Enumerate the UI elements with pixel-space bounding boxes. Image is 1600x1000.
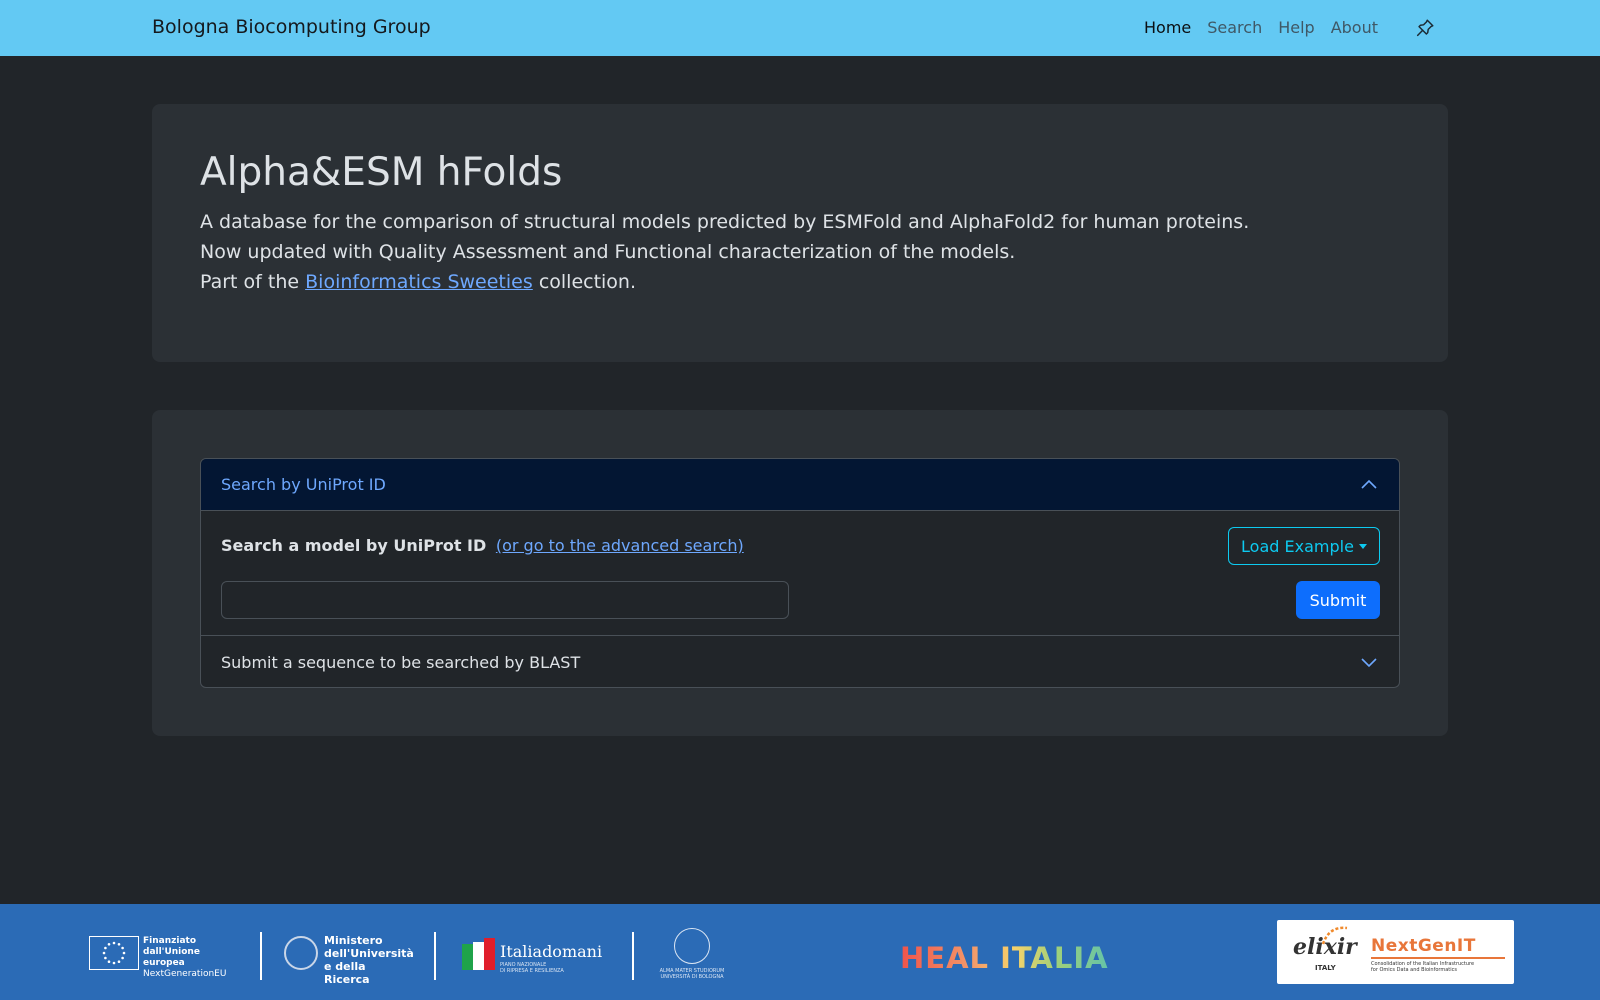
footer-divider <box>260 932 262 980</box>
nextgenit-subtitle: Consolidation of the Italian Infrastruct… <box>1371 961 1505 973</box>
search-panel: Search by UniProt ID Search a model by U… <box>152 410 1448 736</box>
eu-line3: NextGenerationEU <box>143 969 227 979</box>
italiadomani-subtitle: PIANO NAZIONALE DI RIPRESA E RESILIENZA <box>500 962 564 974</box>
elixir-nextgenit-logo: elixir ITALY NextGenIT Consolidation of … <box>1277 920 1514 984</box>
accordion-body-uniprot: Search a model by UniProt ID (or go to t… <box>201 511 1399 635</box>
collection-prefix: Part of the <box>200 270 300 293</box>
nextgenit-rule <box>1371 957 1505 959</box>
collection-suffix: collection. <box>538 270 637 293</box>
italia-sub2: DI RIPRESA E RESILIENZA <box>500 968 564 974</box>
accordion-header-uniprot[interactable]: Search by UniProt ID <box>201 459 1399 511</box>
uniprot-label-text: Search a model by UniProt ID <box>221 536 487 555</box>
unibo-logo: ALMA MATER STUDIORUM UNIVERSITÀ DI BOLOG… <box>654 928 730 984</box>
chevron-down-icon <box>1361 658 1377 668</box>
italiadomani-text: Italiadomani <box>500 942 603 961</box>
unibo-line2: UNIVERSITÀ DI BOLOGNA <box>660 974 724 980</box>
accordion-title-blast: Submit a sequence to be searched by BLAS… <box>221 653 581 672</box>
heal-italia-wordmark: HEAL ITALIA <box>900 941 1109 975</box>
hero-panel: Alpha&ESM hFolds A database for the comp… <box>152 104 1448 362</box>
nav-home[interactable]: Home <box>1144 18 1191 37</box>
italian-flag-icon <box>462 938 495 970</box>
italian-emblem-icon <box>284 936 318 970</box>
uniprot-id-input[interactable] <box>221 581 789 619</box>
hero-update-note: Now updated with Quality Assessment and … <box>200 240 1016 263</box>
caret-down-icon <box>1358 543 1367 549</box>
nav-help[interactable]: Help <box>1278 18 1314 37</box>
elixir-arc-icon <box>1321 926 1348 945</box>
eu-line2: dall'Unione europea <box>143 947 200 968</box>
pin-icon[interactable] <box>1414 17 1436 39</box>
eu-funding-logo: Finanziato dall'Unione europea NextGener… <box>89 934 239 979</box>
svg-text:HEAL ITALIA: HEAL ITALIA <box>900 941 1109 974</box>
footer-divider <box>434 932 436 980</box>
mur-line3: e della Ricerca <box>324 960 370 986</box>
nextgenit-block: NextGenIT Consolidation of the Italian I… <box>1371 936 1505 973</box>
ngi-sub2: for Omics Data and Bioinformatics <box>1371 967 1457 973</box>
nextgenit-wordmark: NextGenIT <box>1371 936 1476 956</box>
accordion-header-blast[interactable]: Submit a sequence to be searched by BLAS… <box>201 635 1399 687</box>
advanced-search-link[interactable]: (or go to the advanced search) <box>496 536 744 555</box>
mur-line1: Ministero <box>324 934 383 947</box>
uniprot-search-label: Search a model by UniProt ID (or go to t… <box>221 536 744 555</box>
load-example-button[interactable]: Load Example <box>1228 527 1380 565</box>
chevron-up-icon <box>1361 479 1377 489</box>
eu-flag-icon <box>89 936 139 970</box>
navbar: Bologna Biocomputing Group Home Search H… <box>0 0 1600 56</box>
accordion-title-uniprot: Search by UniProt ID <box>221 475 386 494</box>
italiadomani-logo: Italiadomani PIANO NAZIONALE DI RIPRESA … <box>458 934 608 978</box>
load-example-label: Load Example <box>1241 536 1354 556</box>
heal-italia-logo: HEAL ITALIA <box>900 940 1120 975</box>
mur-line2: dell'Università <box>324 947 414 960</box>
hero-description: A database for the comparison of structu… <box>200 210 1250 233</box>
mur-text: Ministero dell'Università e della Ricerc… <box>324 934 414 986</box>
search-accordion: Search by UniProt ID Search a model by U… <box>200 458 1400 688</box>
eu-text: Finanziato dall'Unione europea NextGener… <box>143 936 239 980</box>
nav-search[interactable]: Search <box>1207 18 1262 37</box>
nav-links: Home Search Help About <box>1144 18 1394 37</box>
footer: Finanziato dall'Unione europea NextGener… <box>0 904 1600 1000</box>
nav-about[interactable]: About <box>1331 18 1378 37</box>
footer-divider <box>632 932 634 980</box>
hero-collection-line: Part of the Bioinformatics Sweeties coll… <box>200 267 1400 297</box>
bioinformatics-sweeties-link[interactable]: Bioinformatics Sweeties <box>305 271 533 293</box>
mur-logo: Ministero dell'Università e della Ricerc… <box>284 934 414 986</box>
page-title: Alpha&ESM hFolds <box>200 150 563 195</box>
elixir-country: ITALY <box>1315 964 1336 972</box>
brand-link[interactable]: Bologna Biocomputing Group <box>152 16 431 38</box>
submit-button[interactable]: Submit <box>1296 581 1380 619</box>
eu-stars-icon <box>102 941 126 965</box>
eu-line1: Finanziato <box>143 936 197 946</box>
unibo-seal-icon <box>674 928 710 964</box>
unibo-text: ALMA MATER STUDIORUM UNIVERSITÀ DI BOLOG… <box>654 968 730 980</box>
